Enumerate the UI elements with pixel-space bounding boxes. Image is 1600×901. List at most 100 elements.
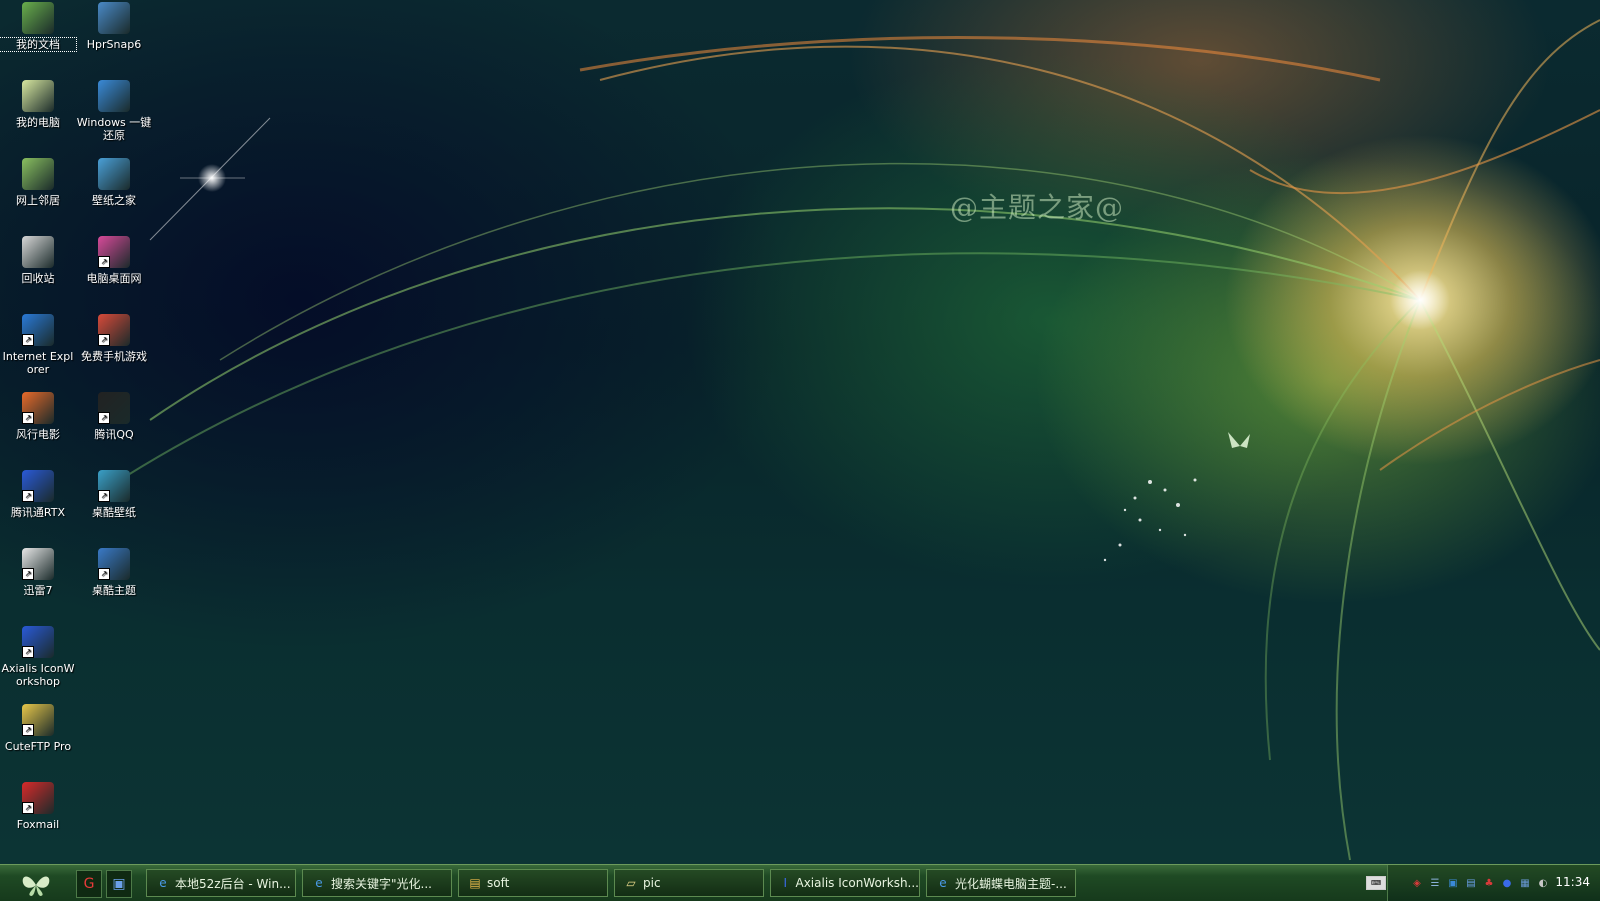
ie-icon: ↗ [22, 314, 54, 346]
taskbar-button-label: 光化蝴蝶电脑主题-... [955, 876, 1067, 891]
desktop-icon-cuteftp[interactable]: ↗ CuteFTP Pro [0, 704, 76, 753]
tray-icon-list: ◈ ☰ ▣ ▤ ♣ ● ▦ ◐ [1406, 876, 1550, 890]
desktop-wallpaper: @主题之家@ [0, 0, 1600, 864]
taskbar-button-label: soft [487, 876, 510, 890]
restore-icon [98, 80, 130, 112]
taskbar-window-list: e 本地52z后台 - Win... e 搜索关键字"光化... ▤ soft ▱ pic I A… [146, 869, 1076, 897]
shortcut-arrow-icon: ↗ [98, 412, 110, 424]
taskbar-button-label: pic [643, 876, 661, 890]
ie-icon: e [159, 876, 167, 890]
desktop-icon-label: 回收站 [21, 272, 55, 285]
folder-documents-icon [22, 2, 54, 34]
desktop-icon-label: Axialis IconWorkshop [1, 662, 75, 688]
keyboard-icon[interactable]: ⌨ [1366, 876, 1386, 890]
desktop-icon-label: HprSnap6 [86, 38, 142, 51]
shortcut-arrow-icon: ↗ [22, 412, 34, 424]
desktop-icon-label: 风行电影 [16, 428, 60, 441]
show-desktop-icon: ▣ [112, 876, 126, 892]
desktop-icon-thunder[interactable]: ↗ 迅雷7 [0, 548, 76, 597]
desktop-icon-computer[interactable]: 我的电脑 [0, 80, 76, 129]
desktop-icon-ie[interactable]: ↗ Internet Explorer [0, 314, 76, 376]
game-icon: ↗ [98, 314, 130, 346]
desktop-icon-wallpaper-home[interactable]: 壁纸之家 [76, 158, 152, 207]
wallpaper-watermark: @主题之家@ [950, 191, 1125, 224]
qq-penguin-icon: ↗ [98, 392, 130, 424]
taskbar-button[interactable]: e 本地52z后台 - Win... [146, 869, 296, 897]
browser-tray-icon[interactable]: ● [1500, 876, 1514, 890]
quick-launch-show-desktop[interactable]: ▣ [106, 870, 132, 898]
zhuoku-wallpaper-icon: ↗ [98, 470, 130, 502]
shortcut-arrow-icon: ↗ [22, 646, 34, 658]
desktop-icon-camera[interactable]: HprSnap6 [76, 2, 152, 51]
taskbar-button[interactable]: ▱ pic [614, 869, 764, 897]
desktop-icon-zhuoku-theme[interactable]: ↗ 桌酷主题 [76, 548, 152, 597]
volume-icon[interactable]: ◐ [1536, 876, 1550, 890]
network-icon [22, 158, 54, 190]
taskbar-button[interactable]: ▤ soft [458, 869, 608, 897]
butterfly-start-icon [22, 876, 50, 896]
shortcut-arrow-icon: ↗ [98, 568, 110, 580]
app-tray-icon[interactable]: ▣ [1446, 876, 1460, 890]
taskbar-button[interactable]: I Axialis IconWorksh... [770, 869, 920, 897]
shortcut-arrow-icon: ↗ [22, 568, 34, 580]
desktop-icon-label: CuteFTP Pro [4, 740, 72, 753]
desktop-icon-label: 免费手机游戏 [81, 350, 147, 363]
desktop-icon-label: 壁纸之家 [92, 194, 136, 207]
folder-open-icon: ▱ [626, 876, 636, 890]
desktop-icon-label: 网上邻居 [16, 194, 60, 207]
recycle-bin-icon [22, 236, 54, 268]
taskbar-clock[interactable]: 11:34 [1555, 875, 1590, 889]
app2-tray-icon[interactable]: ▤ [1464, 876, 1478, 890]
start-button[interactable] [6, 867, 66, 899]
desktop-icon-axialis[interactable]: ↗ Axialis IconWorkshop [0, 626, 76, 688]
desktop-icon-recycle-bin[interactable]: 回收站 [0, 236, 76, 285]
system-tray: ◈ ☰ ▣ ▤ ♣ ● ▦ ◐ 11:34 [1387, 865, 1600, 901]
thunder-icon: ↗ [22, 548, 54, 580]
shield-icon[interactable]: ◈ [1410, 876, 1424, 890]
wallpaper-home-icon [98, 158, 130, 190]
shortcut-arrow-icon: ↗ [98, 334, 110, 346]
foxmail-icon: G [83, 876, 95, 892]
monitor-tray-icon[interactable]: ▦ [1518, 876, 1532, 890]
folder-icon: ▤ [469, 876, 481, 890]
qq-tray-icon[interactable]: ♣ [1482, 876, 1496, 890]
desktop-icon-folder-documents[interactable]: 我的文档 [0, 2, 77, 52]
taskbar-button-label: 本地52z后台 - Win... [175, 876, 291, 891]
desktop-icon-label: 我的电脑 [16, 116, 60, 129]
taskbar-button[interactable]: e 搜索关键字"光化... [302, 869, 452, 897]
desktop-icon-restore[interactable]: Windows 一键还原 [76, 80, 152, 142]
taskbar-button[interactable]: e 光化蝴蝶电脑主题-... [926, 869, 1076, 897]
shortcut-arrow-icon: ↗ [22, 334, 34, 346]
zhuoku-theme-icon: ↗ [98, 548, 130, 580]
desktop-icon-label: 迅雷7 [23, 584, 53, 597]
camera-icon [98, 2, 130, 34]
taskbar-button-label: Axialis IconWorksh... [795, 876, 919, 890]
desktop-icon-game[interactable]: ↗ 免费手机游戏 [76, 314, 152, 363]
ie-icon: e [939, 876, 947, 890]
quick-launch-bar: G ▣ [76, 870, 132, 898]
wallpaper-graphics [119, 19, 1600, 861]
desktop-web-icon: ↗ [98, 236, 130, 268]
desktop-icon-foxmail[interactable]: ↗ Foxmail [0, 782, 76, 831]
desktop-icon-label: 腾讯QQ [94, 428, 134, 441]
shortcut-arrow-icon: ↗ [22, 802, 34, 814]
desktop-icon-movie[interactable]: ↗ 风行电影 [0, 392, 76, 441]
taskbar: G ▣ e 本地52z后台 - Win... e 搜索关键字"光化... ▤ soft ▱ pi… [0, 864, 1600, 901]
desktop-icon-network[interactable]: 网上邻居 [0, 158, 76, 207]
axialis-icon: I [783, 876, 788, 890]
desktop-icon-label: 桌酷壁纸 [92, 506, 136, 519]
desktop-icon-qq-penguin[interactable]: ↗ 腾讯QQ [76, 392, 152, 441]
desktop-icon-label: 桌酷主题 [92, 584, 136, 597]
quick-launch-foxmail[interactable]: G [76, 870, 102, 898]
desktop-icon-zhuoku-wallpaper[interactable]: ↗ 桌酷壁纸 [76, 470, 152, 519]
rtx-icon: ↗ [22, 470, 54, 502]
network-tray-icon[interactable]: ☰ [1428, 876, 1442, 890]
desktop-icon-rtx[interactable]: ↗ 腾讯通RTX [0, 470, 76, 519]
desktop-icon-label: 电脑桌面网 [86, 272, 142, 285]
desktop-icon-label: Windows 一键还原 [76, 116, 152, 142]
axialis-icon: ↗ [22, 626, 54, 658]
ie-icon: e [315, 876, 323, 890]
desktop-icon-desktop-web[interactable]: ↗ 电脑桌面网 [76, 236, 152, 285]
desktop-icon-label: 我的文档 [0, 37, 77, 52]
desktop-icon-label: 腾讯通RTX [10, 506, 66, 519]
